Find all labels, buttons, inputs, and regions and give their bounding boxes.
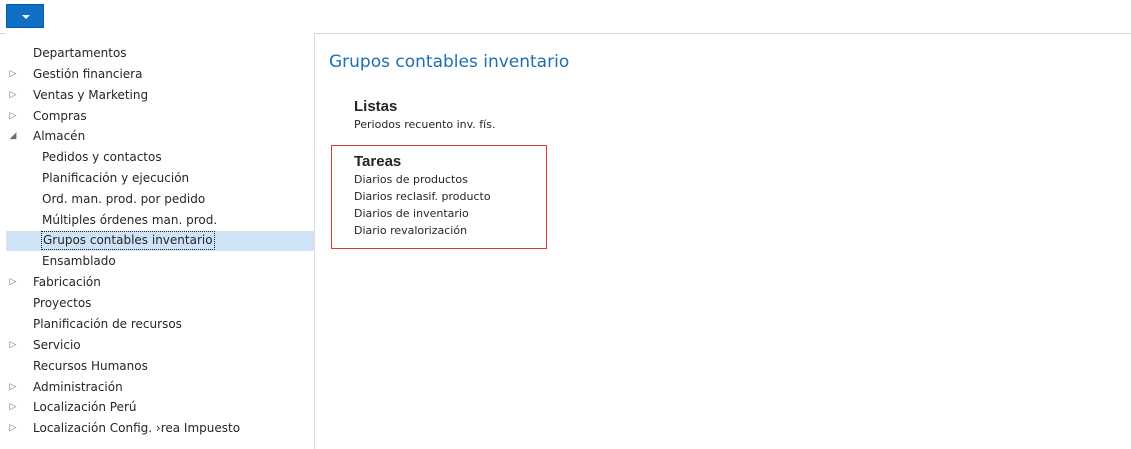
- nav-item-label: Grupos contables inventario: [41, 230, 215, 250]
- nav-item-localizacion-config[interactable]: ▷ Localización Config. ›rea Impuesto: [6, 418, 314, 439]
- nav-item-ventas-marketing[interactable]: ▷ Ventas y Marketing: [6, 85, 314, 106]
- nav-item-label: Departamentos: [33, 46, 127, 60]
- nav-item-pedidos-contactos[interactable]: Pedidos y contactos: [6, 147, 314, 168]
- nav-item-planificacion-recursos[interactable]: Planificación de recursos: [6, 314, 314, 335]
- nav-item-label: Pedidos y contactos: [42, 150, 162, 165]
- expand-arrow-icon[interactable]: ▷: [7, 397, 19, 418]
- link-diario-revalorizacion[interactable]: Diario revalorización: [354, 222, 491, 239]
- listas-heading: Listas: [354, 98, 398, 115]
- nav-item-label: Ensamblado: [42, 254, 116, 269]
- expand-arrow-icon[interactable]: ▷: [7, 64, 19, 85]
- link-periodos-recuento[interactable]: Periodos recuento inv. fís.: [354, 116, 495, 133]
- nav-item-label: Compras: [33, 108, 87, 123]
- collapse-arrow-icon[interactable]: ◢: [7, 126, 19, 147]
- nav-item-label: Múltiples órdenes man. prod.: [42, 212, 218, 227]
- link-diarios-productos[interactable]: Diarios de productos: [354, 171, 491, 188]
- nav-item-label: Localización Config. ›rea Impuesto: [33, 421, 241, 436]
- nav-item-label: Planificación y ejecución: [42, 171, 190, 186]
- nav-item-departamentos[interactable]: Departamentos: [6, 43, 314, 64]
- nav-item-ensamblado[interactable]: Ensamblado: [6, 251, 314, 272]
- page-title: Grupos contables inventario: [329, 52, 570, 72]
- caret-down-icon: [22, 15, 30, 19]
- nav-item-label: Fabricación: [33, 275, 101, 290]
- expand-arrow-icon[interactable]: ▷: [7, 85, 19, 106]
- nav-item-label: Ventas y Marketing: [33, 87, 149, 102]
- nav-item-servicio[interactable]: ▷ Servicio: [6, 335, 314, 356]
- nav-item-planificacion-ejecucion[interactable]: Planificación y ejecución: [6, 168, 314, 189]
- nav-item-label: Planificación de recursos: [33, 316, 182, 331]
- link-diarios-inventario[interactable]: Diarios de inventario: [354, 205, 491, 222]
- nav-item-label: Almacén: [33, 129, 86, 144]
- expand-arrow-icon[interactable]: ▷: [7, 377, 19, 398]
- navigation-pane: Departamentos ▷ Gestión financiera ▷ Venta…: [6, 33, 315, 449]
- tareas-group: Tareas Diarios de productos Diarios recl…: [354, 153, 491, 239]
- expand-arrow-icon[interactable]: ▷: [7, 272, 19, 293]
- nav-item-localizacion-peru[interactable]: ▷ Localización Perú: [6, 397, 314, 418]
- nav-item-recursos-humanos[interactable]: Recursos Humanos: [6, 356, 314, 377]
- nav-item-compras[interactable]: ▷ Compras: [6, 106, 314, 127]
- nav-item-label: Administración: [33, 379, 123, 394]
- listas-group: Listas Periodos recuento inv. fís.: [354, 98, 495, 133]
- nav-item-multiples-ordenes[interactable]: Múltiples órdenes man. prod.: [6, 210, 314, 231]
- main-content: Grupos contables inventario Listas Perio…: [315, 33, 1131, 449]
- nav-item-label: Recursos Humanos: [33, 358, 148, 373]
- link-diarios-reclasif[interactable]: Diarios reclasif. producto: [354, 188, 491, 205]
- navigation-menu-button[interactable]: [6, 4, 44, 28]
- nav-item-label: Ord. man. prod. por pedido: [42, 191, 206, 206]
- nav-item-fabricacion[interactable]: ▷ Fabricación: [6, 272, 314, 293]
- nav-item-almacen[interactable]: ◢ Almacén: [6, 126, 314, 147]
- nav-item-proyectos[interactable]: Proyectos: [6, 293, 314, 314]
- nav-item-ord-man-prod[interactable]: Ord. man. prod. por pedido: [6, 189, 314, 210]
- expand-arrow-icon[interactable]: ▷: [7, 418, 19, 439]
- nav-item-label: Localización Perú: [33, 400, 137, 415]
- nav-item-label: Servicio: [33, 337, 81, 352]
- expand-arrow-icon[interactable]: ▷: [7, 106, 19, 127]
- top-bar: [0, 0, 1131, 34]
- nav-item-label: Gestión financiera: [33, 66, 143, 81]
- navigation-tree: Departamentos ▷ Gestión financiera ▷ Venta…: [6, 43, 314, 439]
- nav-item-gestion-financiera[interactable]: ▷ Gestión financiera: [6, 64, 314, 85]
- tareas-heading: Tareas: [354, 153, 402, 170]
- nav-item-grupos-contables-inventario[interactable]: Grupos contables inventario: [6, 230, 314, 252]
- nav-item-label: Proyectos: [33, 296, 92, 311]
- nav-item-administracion[interactable]: ▷ Administración: [6, 377, 314, 398]
- expand-arrow-icon[interactable]: ▷: [7, 335, 19, 356]
